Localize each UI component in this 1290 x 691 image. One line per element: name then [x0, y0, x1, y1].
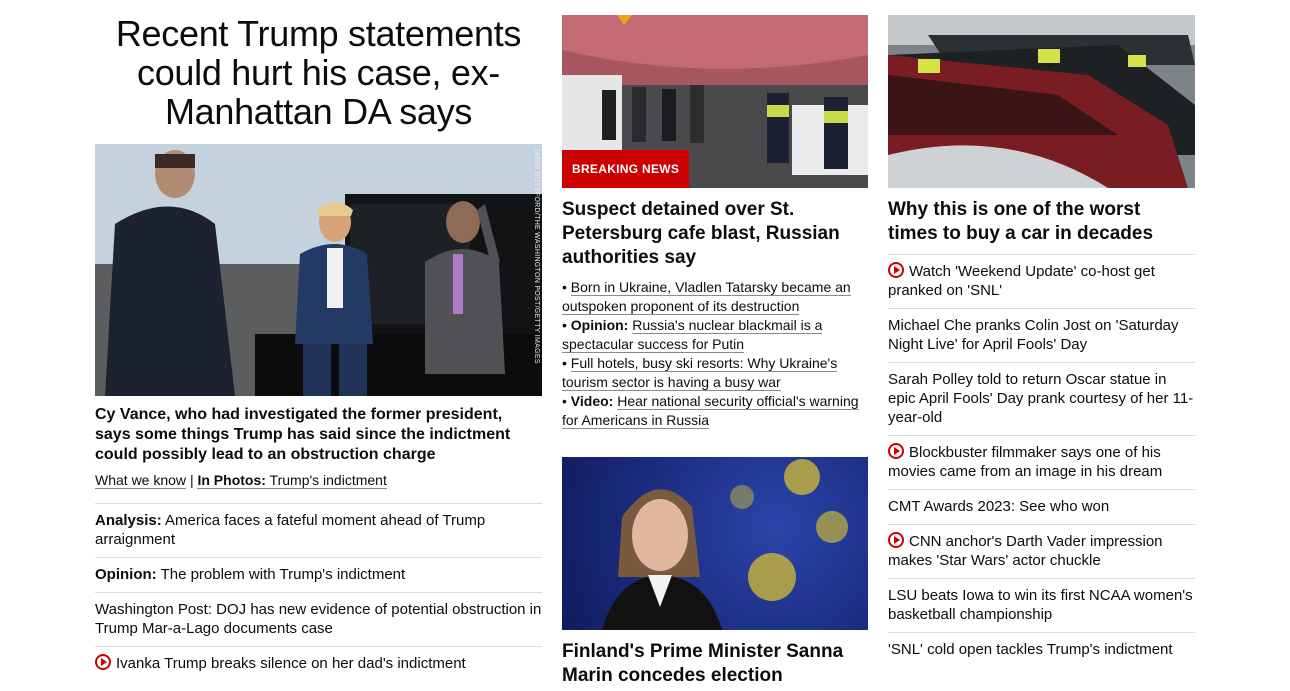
story-item[interactable]: CNN anchor's Darth Vader impression make…	[888, 524, 1195, 578]
sanna-marin-illustration	[602, 459, 848, 630]
story-text: Watch 'Weekend Update' co-host get prank…	[888, 263, 1155, 299]
what-we-know-link[interactable]: What we know	[95, 472, 187, 489]
bullet-item[interactable]: • Born in Ukraine, Vladlen Tatarsky beca…	[562, 278, 868, 316]
story-item[interactable]: Sarah Polley told to return Oscar statue…	[888, 362, 1195, 435]
story-text: Sarah Polley told to return Oscar statue…	[888, 371, 1194, 426]
story-item[interactable]: Michael Che pranks Colin Jost on 'Saturd…	[888, 308, 1195, 362]
story-item[interactable]: Ivanka Trump breaks silence on her dad's…	[95, 646, 542, 681]
story-item[interactable]: CMT Awards 2023: See who won	[888, 489, 1195, 524]
bullet-item[interactable]: • Full hotels, busy ski resorts: Why Ukr…	[562, 354, 868, 392]
st-petersburg-photo[interactable]: BREAKING NEWS	[562, 15, 868, 188]
story-item[interactable]: Blockbuster filmmaker says one of his mo…	[888, 435, 1195, 489]
link-separator: |	[189, 472, 194, 488]
lead-story: Recent Trump statements could hurt his c…	[95, 0, 542, 681]
lead-subheadline[interactable]: Cy Vance, who had investigated the forme…	[95, 405, 542, 465]
story-item[interactable]: Washington Post: DOJ has new evidence of…	[95, 592, 542, 646]
st-petersburg-headline[interactable]: Suspect detained over St. Petersburg caf…	[562, 198, 868, 270]
story-text: The problem with Trump's indictment	[160, 566, 406, 583]
story-text: CNN anchor's Darth Vader impression make…	[888, 533, 1163, 569]
bullet-mark: •	[562, 317, 567, 333]
right-column: Why this is one of the worst times to bu…	[888, 0, 1195, 667]
bullet-item[interactable]: • Video: Hear national security official…	[562, 392, 868, 430]
related-bullets: • Born in Ukraine, Vladlen Tatarsky beca…	[562, 278, 868, 430]
photo-credit: JABIN BOTSFORD/THE WASHINGTON POST/GETTY…	[533, 148, 540, 364]
story-prefix: Analysis:	[95, 512, 162, 529]
bullet-item[interactable]: • Opinion: Russia's nuclear blackmail is…	[562, 316, 868, 354]
story-text: Michael Che pranks Colin Jost on 'Saturd…	[888, 317, 1179, 353]
bullet-mark: •	[562, 355, 567, 371]
in-photos-text: Trump's indictment	[269, 472, 387, 488]
play-icon	[888, 443, 904, 459]
trump-photo-illustration	[95, 144, 542, 396]
bullet-prefix: Video:	[570, 393, 614, 409]
play-icon	[888, 262, 904, 278]
story-text: Blockbuster filmmaker says one of his mo…	[888, 444, 1163, 480]
car-lot-illustration	[888, 15, 1195, 188]
car-lot-photo[interactable]	[888, 15, 1195, 188]
trump-photo[interactable]: JABIN BOTSFORD/THE WASHINGTON POST/GETTY…	[95, 144, 542, 396]
story-item[interactable]: Opinion: The problem with Trump's indict…	[95, 557, 542, 592]
play-icon	[888, 532, 904, 548]
story-prefix: Opinion:	[95, 566, 157, 583]
in-photos-label: In Photos:	[197, 472, 266, 488]
story-text: LSU beats Iowa to win its first NCAA wom…	[888, 587, 1193, 623]
bullet-text: Born in Ukraine, Vladlen Tatarsky became…	[562, 279, 851, 315]
bullet-mark: •	[562, 279, 567, 295]
lead-headline[interactable]: Recent Trump statements could hurt his c…	[95, 14, 542, 131]
car-headline[interactable]: Why this is one of the worst times to bu…	[888, 198, 1195, 246]
story-text: Washington Post: DOJ has new evidence of…	[95, 601, 542, 637]
bullet-text: Full hotels, busy ski resorts: Why Ukrai…	[562, 355, 838, 391]
bullet-prefix: Opinion:	[570, 317, 629, 333]
story-text: 'SNL' cold open tackles Trump's indictme…	[888, 641, 1173, 658]
sanna-marin-photo[interactable]	[562, 457, 868, 630]
story-text: Ivanka Trump breaks silence on her dad's…	[116, 655, 466, 672]
middle-column: BREAKING NEWS Suspect detained over St. …	[562, 0, 868, 688]
lead-related-links: What we know | In Photos: Trump's indict…	[95, 471, 542, 489]
in-photos-link[interactable]: In Photos: Trump's indictment	[197, 472, 387, 489]
lead-story-list: Analysis: America faces a fateful moment…	[95, 503, 542, 681]
bullet-mark: •	[562, 393, 567, 409]
story-text: CMT Awards 2023: See who won	[888, 498, 1110, 515]
finland-headline[interactable]: Finland's Prime Minister Sanna Marin con…	[562, 640, 868, 688]
story-item[interactable]: Analysis: America faces a fateful moment…	[95, 503, 542, 557]
story-item[interactable]: LSU beats Iowa to win its first NCAA wom…	[888, 578, 1195, 632]
story-item[interactable]: 'SNL' cold open tackles Trump's indictme…	[888, 632, 1195, 667]
breaking-news-badge: BREAKING NEWS	[562, 150, 690, 188]
right-story-list: Watch 'Weekend Update' co-host get prank…	[888, 254, 1195, 667]
play-icon	[95, 654, 111, 670]
story-item[interactable]: Watch 'Weekend Update' co-host get prank…	[888, 254, 1195, 308]
